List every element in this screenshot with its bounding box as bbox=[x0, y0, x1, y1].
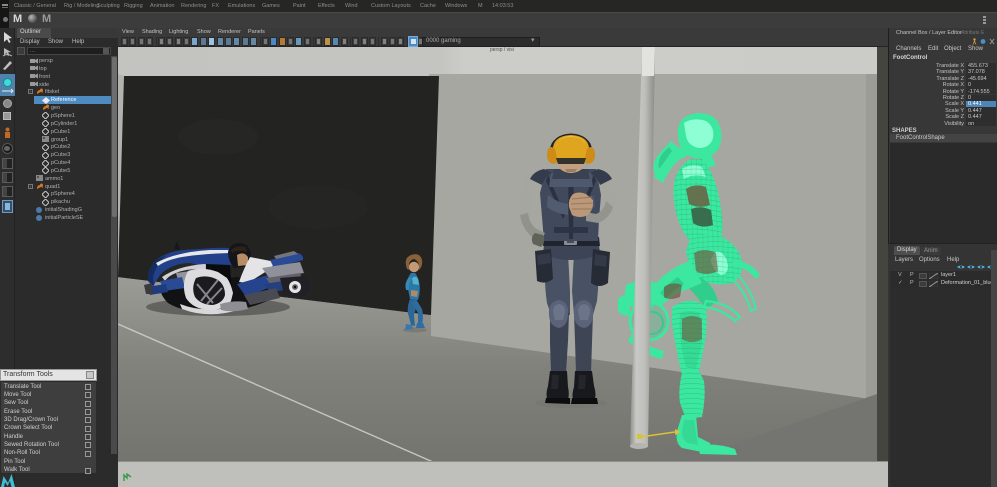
svg-text:persp / visi: persp / visi bbox=[490, 47, 514, 53]
